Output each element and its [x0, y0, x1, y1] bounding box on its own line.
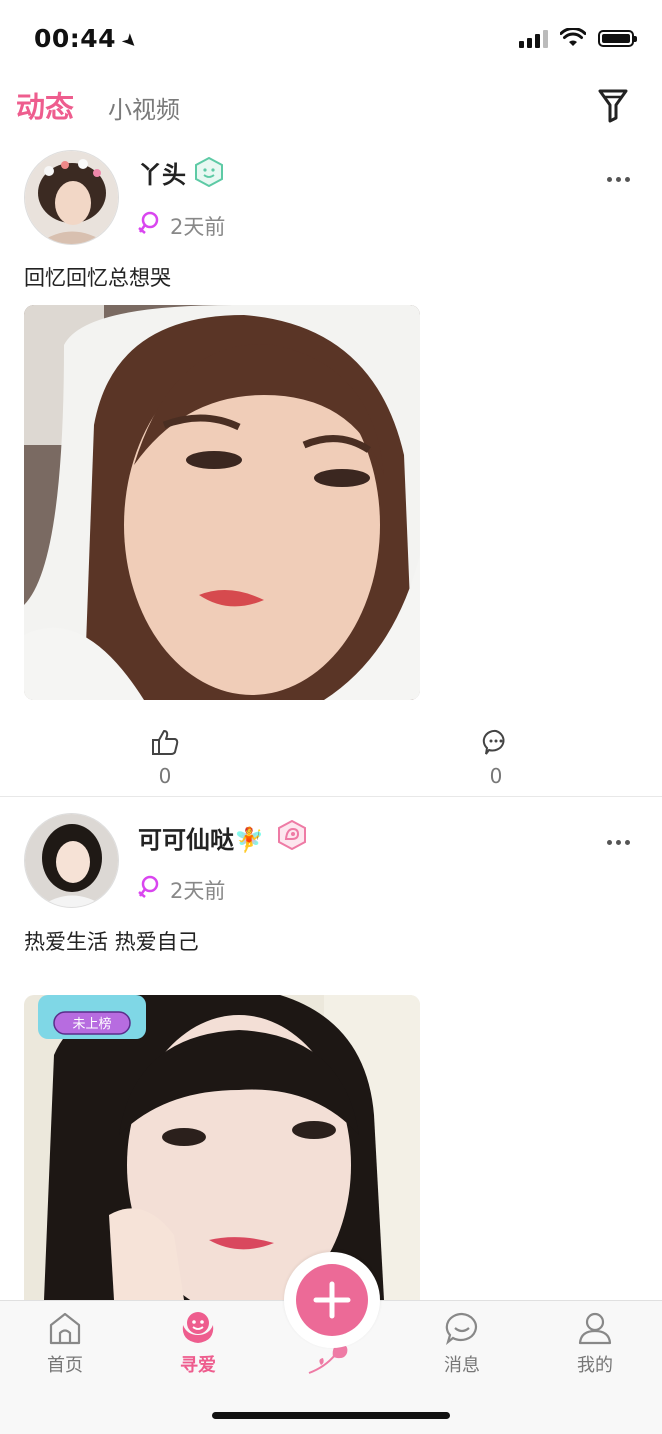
post-text: 热爱生活 热爱自己: [24, 930, 199, 954]
seek-love-icon: [182, 1312, 214, 1343]
post-time: 2天前: [170, 215, 226, 239]
top-tabs: 动态 小视频: [0, 78, 662, 140]
home-indicator: [212, 1412, 450, 1419]
post-photo[interactable]: [24, 305, 420, 700]
nav-messages[interactable]: 消息: [422, 1311, 502, 1377]
tab-moments[interactable]: 动态: [16, 84, 74, 126]
nav-seek-love-label: 寻爱: [180, 1355, 216, 1376]
post-text: 回忆回忆总想哭: [24, 266, 171, 290]
divider: [0, 796, 662, 797]
female-gender-icon: [138, 875, 159, 898]
location-arrow-icon: ➤: [116, 28, 143, 55]
more-options-icon[interactable]: [607, 830, 637, 845]
post-time: 2天前: [170, 879, 226, 903]
wifi-icon: [560, 28, 586, 46]
message-icon: [445, 1312, 478, 1346]
post-photo[interactable]: 未上榜: [24, 995, 420, 1300]
avatar[interactable]: [24, 813, 119, 908]
plus-icon: [313, 1281, 351, 1319]
status-time: 00:44➤: [34, 24, 143, 54]
fab-circle: [296, 1264, 368, 1336]
thumbs-up-icon: [152, 730, 179, 755]
status-icons: [519, 28, 637, 48]
username[interactable]: 可可仙哒🧚: [138, 820, 264, 855]
status-bar: 00:44➤: [0, 0, 662, 78]
vip-badge-icon: [278, 820, 306, 850]
profile-icon: [578, 1312, 612, 1345]
cellular-signal-icon: [519, 28, 548, 48]
home-icon: [49, 1312, 81, 1345]
comment-count: 0: [489, 764, 503, 788]
nav-mine-label: 我的: [577, 1355, 613, 1376]
more-options-icon[interactable]: [607, 167, 637, 182]
nav-mine[interactable]: 我的: [555, 1311, 635, 1377]
like-count: 0: [158, 764, 172, 788]
username[interactable]: 丫头: [138, 155, 186, 190]
nav-messages-label: 消息: [444, 1355, 480, 1376]
comment-icon: [482, 729, 505, 755]
avatar[interactable]: [24, 150, 119, 245]
rank-badge-text: 未上榜: [72, 1016, 111, 1032]
comment-button[interactable]: 0: [466, 728, 526, 788]
battery-icon: [598, 29, 637, 47]
time-text: 00:44: [34, 24, 117, 53]
like-button[interactable]: 0: [135, 728, 195, 788]
filter-icon[interactable]: [596, 86, 630, 124]
nav-home[interactable]: 首页: [25, 1311, 105, 1377]
female-gender-icon: [138, 211, 159, 234]
tab-short-video[interactable]: 小视频: [108, 90, 180, 125]
vip-badge-icon: [195, 157, 223, 187]
post-create-button[interactable]: [284, 1252, 380, 1348]
nav-home-label: 首页: [47, 1355, 83, 1376]
nav-seek-love[interactable]: 寻爱: [158, 1311, 238, 1377]
